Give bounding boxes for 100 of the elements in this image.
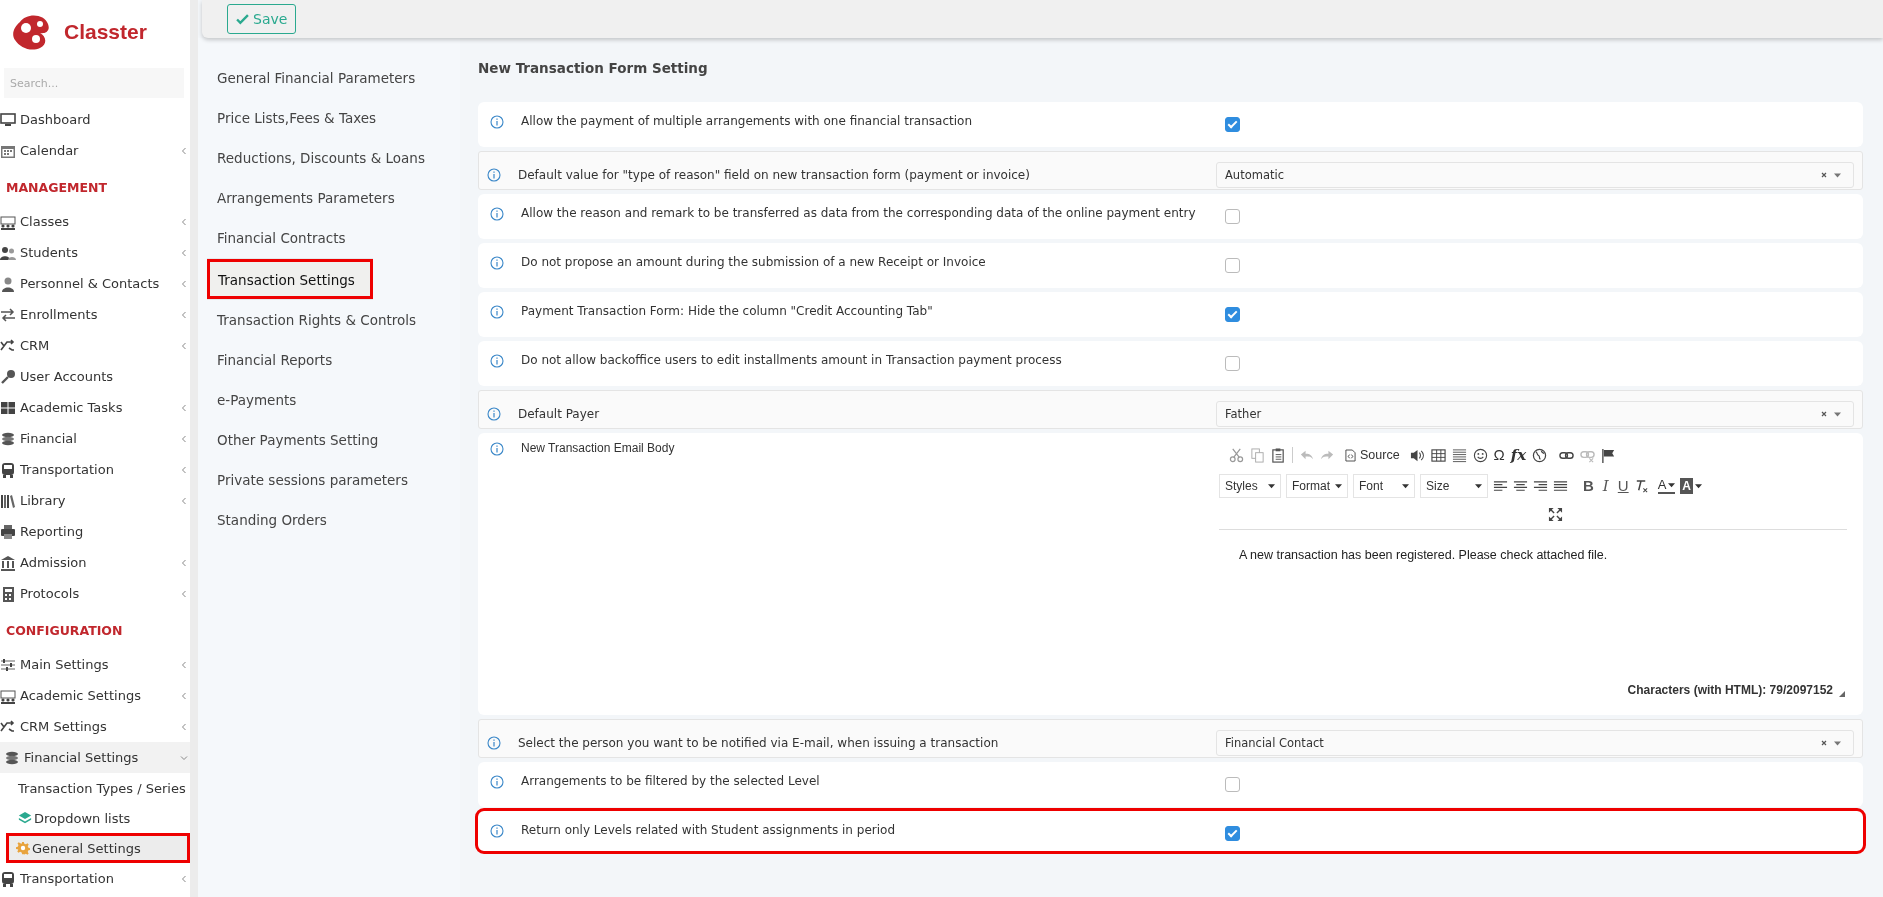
paste-icon[interactable]	[1271, 447, 1286, 463]
editor-dropdown[interactable]: Font	[1353, 474, 1415, 498]
select-field[interactable]: Automatic	[1216, 161, 1854, 188]
caret-icon	[1335, 483, 1342, 489]
key-icon	[0, 368, 16, 385]
editor-dropdown[interactable]: Format	[1286, 474, 1348, 498]
settings-menu-item[interactable]: Financial Reports	[198, 340, 460, 380]
nav-item[interactable]: Financial Settings	[0, 742, 190, 773]
nav-item[interactable]: Students	[0, 237, 190, 268]
setting-label: Do not propose an amount during the submission of a new Receipt or Invoice	[520, 255, 987, 269]
formula-button[interactable]: fx	[1510, 447, 1527, 463]
section-heading: MANAGEMENT	[5, 179, 108, 197]
setting-label: Return only Levels related with Student assignments in period	[520, 823, 896, 837]
italic-button[interactable]: I	[1602, 478, 1609, 494]
nav-item[interactable]: Library	[0, 485, 190, 516]
nav-item[interactable]: Enrollments	[0, 299, 190, 330]
settings-menu-item[interactable]: e-Payments	[198, 380, 460, 420]
settings-menu-item[interactable]: General Financial Parameters	[198, 58, 460, 98]
smiley-icon[interactable]	[1472, 447, 1488, 463]
checkbox[interactable]	[1225, 209, 1240, 224]
select-field[interactable]: Father	[1216, 400, 1854, 427]
table-icon[interactable]	[1430, 447, 1446, 463]
source-button[interactable]: Source	[1341, 448, 1404, 462]
nav-item[interactable]: User Accounts	[0, 361, 190, 392]
chevron-icon	[180, 403, 188, 412]
settings-menu-item[interactable]: Other Payments Setting	[198, 420, 460, 460]
horizontal-lines-icon[interactable]	[1451, 447, 1467, 463]
info-icon[interactable]	[487, 168, 501, 182]
editor-dropdown[interactable]: Styles	[1219, 474, 1281, 498]
resize-handle-icon[interactable]	[1839, 691, 1845, 697]
nav-subitem[interactable]: Transaction Types / Series	[0, 773, 190, 803]
info-icon[interactable]	[490, 775, 504, 789]
section-heading: CONFIGURATION	[5, 622, 124, 640]
editor-text[interactable]: A new transaction has been registered. Please check attached file.	[1219, 529, 1847, 683]
checkbox[interactable]	[1225, 117, 1240, 132]
nav-item[interactable]: Transportation	[0, 454, 190, 485]
settings-menu-item[interactable]: Standing Orders	[198, 500, 460, 540]
align-left-icon[interactable]	[1493, 478, 1508, 494]
nav-item[interactable]: Main Settings	[0, 649, 190, 680]
nav-item[interactable]: Financial	[0, 423, 190, 454]
align-center-icon[interactable]	[1513, 478, 1528, 494]
checkbox[interactable]	[1225, 258, 1240, 273]
nav-item[interactable]: CRM Settings	[0, 711, 190, 742]
settings-menu-item[interactable]: Financial Contracts	[198, 218, 460, 258]
special-character-button[interactable]: Ω	[1493, 447, 1505, 463]
editor-dropdown[interactable]: Size	[1420, 474, 1488, 498]
select-field[interactable]: Financial Contact	[1216, 729, 1854, 756]
checkbox[interactable]	[1225, 307, 1240, 322]
globe-icon[interactable]	[1532, 447, 1548, 463]
monitor-icon	[0, 111, 16, 128]
shuffle-icon	[0, 337, 16, 354]
checkbox[interactable]	[1225, 826, 1240, 841]
underline-button[interactable]: U	[1617, 478, 1629, 494]
bold-button[interactable]: B	[1583, 478, 1594, 494]
cut-icon[interactable]	[1229, 447, 1244, 463]
chevron-icon	[180, 248, 188, 257]
settings-menu-item[interactable]: Private sessions parameters	[198, 460, 460, 500]
setting-label: Arrangements to be filtered by the selected Level	[520, 774, 821, 788]
nav-item[interactable]: Calendar	[0, 135, 190, 166]
info-icon[interactable]	[490, 256, 504, 270]
info-icon[interactable]	[487, 407, 501, 421]
nav-subitem[interactable]: General Settings	[6, 833, 190, 863]
nav-subitem[interactable]: Dropdown lists	[0, 803, 190, 833]
info-icon[interactable]	[490, 305, 504, 319]
justify-icon[interactable]	[1553, 478, 1568, 494]
settings-menu-item[interactable]: Reductions, Discounts & Loans	[198, 138, 460, 178]
settings-menu-item[interactable]: Transaction Settings	[207, 258, 373, 300]
nav-item[interactable]: Admission	[0, 547, 190, 578]
nav-item[interactable]: Transportation	[0, 863, 190, 894]
info-icon[interactable]	[490, 207, 504, 221]
settings-menu-item[interactable]: Transaction Rights & Controls	[198, 300, 460, 340]
people-icon	[0, 244, 16, 261]
nav-item[interactable]: Academic Tasks	[0, 392, 190, 423]
nav-item[interactable]: CRM	[0, 330, 190, 361]
chevron-icon	[180, 496, 188, 505]
chevron-icon	[180, 660, 188, 669]
grid-icon	[0, 399, 16, 416]
nav-item[interactable]: Personnel & Contacts	[0, 268, 190, 299]
info-icon[interactable]	[487, 736, 501, 750]
info-icon[interactable]	[490, 115, 504, 129]
speaker-icon[interactable]	[1409, 447, 1425, 463]
checkbox[interactable]	[1225, 356, 1240, 371]
checkbox[interactable]	[1225, 777, 1240, 792]
nav-item[interactable]: Dashboard	[0, 104, 190, 135]
nav-item[interactable]: Academic Settings	[0, 680, 190, 711]
text-color-button[interactable]: A	[1657, 478, 1676, 494]
nav-item[interactable]: Protocols	[0, 578, 190, 609]
flag-icon[interactable]	[1601, 447, 1617, 463]
info-icon[interactable]	[490, 824, 504, 838]
nav-item[interactable]: Reporting	[0, 516, 190, 547]
nav-item[interactable]: Classes	[0, 206, 190, 237]
search-field[interactable]: Search...	[4, 68, 184, 98]
maximize-icon[interactable]	[1547, 506, 1563, 522]
chevron-icon	[180, 310, 188, 319]
info-icon[interactable]	[490, 354, 504, 368]
info-icon[interactable]	[490, 442, 504, 456]
settings-menu-item[interactable]: Price Lists,Fees & Taxes	[198, 98, 460, 138]
copy-icon[interactable]	[1250, 447, 1265, 463]
align-right-icon[interactable]	[1533, 478, 1548, 494]
settings-menu-item[interactable]: Arrangements Parameters	[198, 178, 460, 218]
